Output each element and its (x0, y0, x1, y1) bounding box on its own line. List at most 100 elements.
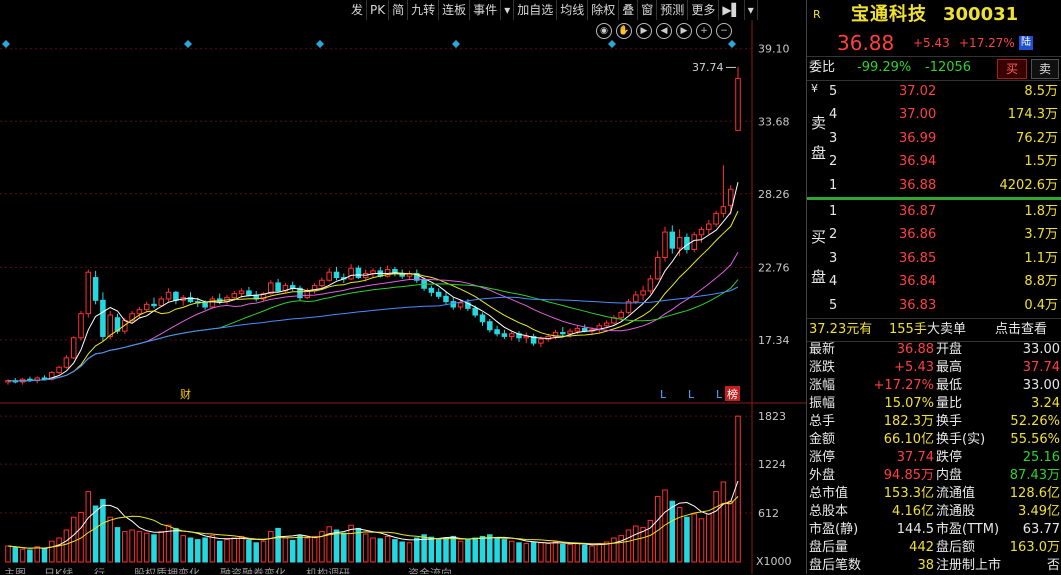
last-price: 36.88 (837, 31, 895, 55)
quote-row: 总手 182.3万 换手 52.26% (807, 413, 1061, 431)
quote-value: 144.5 (896, 522, 934, 537)
toolbar-item-0[interactable]: 发 (348, 0, 368, 20)
quote-value: 182.3万 (883, 414, 934, 429)
next-icon[interactable]: ▶ (676, 23, 692, 39)
sell-button[interactable]: 卖 (1031, 59, 1059, 79)
candle-body (457, 302, 464, 308)
quote-label: 最新 (809, 342, 836, 357)
candle-body (698, 228, 705, 236)
sell-level-row[interactable]: 3 36.99 76.2万 (807, 128, 1061, 150)
toolbar-item-15[interactable]: ▾ (745, 0, 758, 20)
volume-bar (596, 543, 603, 563)
eye-icon[interactable]: ◉ (596, 23, 612, 39)
kline-chart[interactable]: 39.10 33.68 28.26 22.76 17.34 1823 1224 612 X100… (0, 0, 806, 574)
prev-icon[interactable]: ◀ (656, 23, 672, 39)
sell-level-row[interactable]: 1 36.88 4202.6万 (807, 175, 1061, 197)
toolbar-item-11[interactable]: 窗 (638, 0, 658, 20)
volume-bar (479, 535, 486, 563)
volume-bar (611, 537, 617, 563)
bottom-tab-7[interactable]: 资金流向 (408, 566, 452, 574)
buy-level-row[interactable]: 3 36.85 1.1万 (807, 248, 1061, 270)
weibi-pct: -99.29% (857, 60, 912, 75)
buy-level-row[interactable]: 1 36.87 1.8万 (807, 201, 1061, 223)
quote-value: 38 (917, 558, 934, 573)
candle-body (333, 271, 340, 279)
volume-bar (216, 540, 223, 563)
candle-body (92, 277, 99, 301)
volume-bar (508, 540, 515, 563)
zoom-in-icon[interactable]: + (696, 23, 712, 39)
candle-body (633, 294, 639, 303)
toolbar-item-3[interactable]: 九转 (408, 0, 440, 20)
candle-body (508, 333, 515, 337)
toolbar-item-2[interactable]: 简 (389, 0, 409, 20)
volume-bar (523, 543, 530, 563)
toolbar-item-9[interactable]: 除权 (588, 0, 620, 20)
sell-level-row[interactable]: 5 37.02 8.5万 (807, 81, 1061, 103)
volume-bar (27, 549, 33, 563)
buy-level: 5 (829, 297, 838, 313)
candle-body (538, 338, 544, 344)
sell-volume: 1.5万 (1024, 154, 1058, 170)
volume-bar (698, 518, 705, 563)
sell-side-label: 卖 (811, 114, 827, 132)
buy-level-row[interactable]: 4 36.84 8.8万 (807, 271, 1061, 293)
buy-level-row[interactable]: 2 36.86 3.7万 (807, 224, 1061, 246)
volume-bar (341, 532, 347, 563)
big-order-link[interactable]: 点击查看 (995, 319, 1047, 341)
bottom-tab-3[interactable]: 股权质押变化 (134, 566, 200, 574)
bottom-tab-4[interactable]: 融资融券变化 (220, 566, 286, 574)
sell-level-row[interactable]: 4 37.00 174.3万 (807, 104, 1061, 126)
volume-bar (450, 535, 457, 563)
toolbar-item-4[interactable]: 连板 (439, 0, 471, 20)
toolbar-item-1[interactable]: PK (367, 0, 390, 20)
toolbar-item-13[interactable]: 更多 (688, 0, 720, 20)
sell-price: 36.88 (899, 177, 937, 193)
quote-label: 流通值 (936, 486, 976, 501)
volume-bar (691, 513, 697, 563)
quote-value: 33.00 (1022, 378, 1060, 393)
sell-level-row[interactable]: 2 36.94 1.5万 (807, 151, 1061, 173)
buy-level-row[interactable]: 5 36.83 0.4万 (807, 295, 1061, 317)
quote-value: 66.10亿 (883, 432, 934, 447)
bottom-tab-2[interactable]: 行 (94, 566, 105, 574)
toolbar-item-5[interactable]: 事件 (470, 0, 502, 20)
chart-canvas[interactable]: 39.10 33.68 28.26 22.76 17.34 1823 1224 612 X100… (0, 0, 806, 574)
volume-bar (246, 539, 252, 563)
hand-icon[interactable]: ✋ (616, 23, 632, 39)
toolbar-item-7[interactable]: 加自选 (514, 0, 558, 20)
volume-bar (435, 539, 442, 563)
volume-bar (370, 537, 376, 563)
quote-row: 盘后笔数 38 注册制上市 否 (807, 557, 1061, 575)
weibi-row: 委比 -99.29% -12056 买 卖 (807, 57, 1061, 79)
quote-label: 注册制上市 (936, 558, 1002, 573)
zoom-out-icon[interactable]: − (716, 23, 732, 39)
play-icon[interactable]: ▶ (636, 23, 652, 39)
volume-bar (640, 527, 646, 563)
volume-bar (63, 529, 70, 563)
toolbar-item-8[interactable]: 均线 (557, 0, 589, 20)
volume-bar (136, 531, 143, 563)
bottom-tab-1[interactable]: 日K线 (44, 566, 73, 574)
volume-bar (633, 525, 639, 563)
buy-button[interactable]: 买 (997, 59, 1027, 79)
toolbar-item-12[interactable]: 预测 (657, 0, 689, 20)
bottom-tab-0[interactable]: 主图 (4, 566, 26, 574)
volume-bar (143, 532, 150, 563)
candle-body (238, 290, 245, 295)
volume-bar (713, 491, 719, 563)
toolbar-item-6[interactable]: ▾ (501, 0, 515, 20)
sell-volume: 76.2万 (1016, 130, 1058, 146)
quote-value: 3.24 (1031, 396, 1060, 411)
volume-bar (41, 547, 48, 563)
candle-body (640, 290, 646, 296)
candle-body (618, 311, 624, 319)
buy-level: 4 (829, 274, 838, 290)
quote-row: 总股本 4.16亿 流通股 3.49亿 (807, 503, 1061, 521)
bottom-tab-5[interactable]: 机构调研 (306, 566, 350, 574)
toolbar-item-14[interactable]: ▶▌ (719, 0, 745, 20)
volume-bar (501, 539, 508, 563)
toolbar-item-10[interactable]: 叠 (619, 0, 639, 20)
sell-price: 36.99 (899, 130, 937, 146)
quote-value: 37.74 (1022, 360, 1060, 375)
